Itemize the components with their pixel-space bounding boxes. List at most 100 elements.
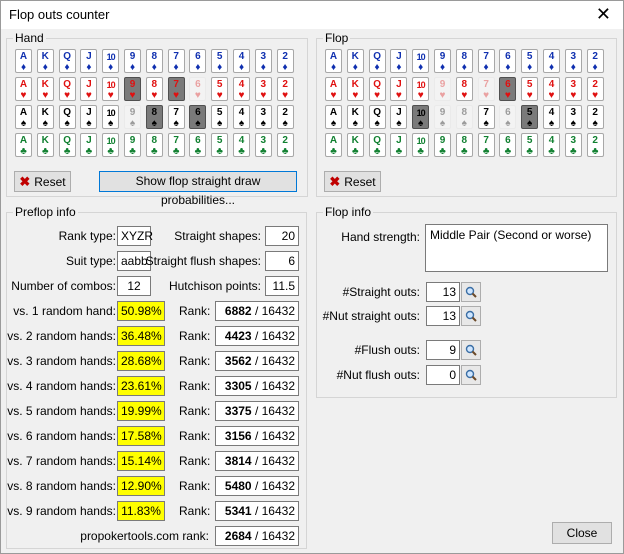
flop-card-7-hearts[interactable]: 7 ♥ — [477, 77, 495, 101]
flop-card-5-hearts[interactable]: 5 ♥ — [521, 77, 539, 101]
flop-card-10-hearts[interactable]: 10 ♥ — [412, 77, 430, 101]
hand-card-8-diamonds[interactable]: 8 ♦ — [145, 49, 163, 73]
hand-card-5-hearts[interactable]: 5 ♥ — [211, 77, 229, 101]
hand-card-10-spades[interactable]: 10 ♠ — [102, 105, 120, 129]
hand-card-2-diamonds[interactable]: 2 ♦ — [276, 49, 294, 73]
hand-card-9-spades[interactable]: 9 ♠ — [124, 105, 141, 129]
hand-card-k-spades[interactable]: K ♠ — [36, 105, 54, 129]
hand-card-k-hearts[interactable]: K ♥ — [36, 77, 54, 101]
hand-card-4-spades[interactable]: 4 ♠ — [233, 105, 250, 129]
flop-card-7-diamonds[interactable]: 7 ♦ — [477, 49, 495, 73]
hand-card-q-hearts[interactable]: Q ♥ — [58, 77, 76, 101]
hand-card-6-diamonds[interactable]: 6 ♦ — [189, 49, 207, 73]
hand-card-q-clubs[interactable]: Q ♣ — [58, 133, 76, 157]
flop-card-2-diamonds[interactable]: 2 ♦ — [586, 49, 604, 73]
hand-card-j-diamonds[interactable]: J ♦ — [80, 49, 98, 73]
flop-card-6-diamonds[interactable]: 6 ♦ — [499, 49, 517, 73]
close-button[interactable]: Close — [552, 522, 612, 544]
flop-card-k-diamonds[interactable]: K ♦ — [346, 49, 364, 73]
flop-card-9-clubs[interactable]: 9 ♣ — [434, 133, 451, 157]
hand-card-j-clubs[interactable]: J ♣ — [80, 133, 98, 157]
flop-card-6-spades[interactable]: 6 ♠ — [499, 105, 517, 129]
flop-card-2-spades[interactable]: 2 ♠ — [586, 105, 604, 129]
flop-card-k-clubs[interactable]: K ♣ — [346, 133, 364, 157]
flop-card-q-clubs[interactable]: Q ♣ — [368, 133, 386, 157]
flop-card-7-clubs[interactable]: 7 ♣ — [477, 133, 495, 157]
flop-card-9-spades[interactable]: 9 ♠ — [434, 105, 451, 129]
nut-flush-outs-search-button[interactable] — [461, 365, 481, 385]
hand-card-7-spades[interactable]: 7 ♠ — [167, 105, 185, 129]
hand-card-9-clubs[interactable]: 9 ♣ — [124, 133, 141, 157]
hand-card-2-hearts[interactable]: 2 ♥ — [276, 77, 294, 101]
hand-card-10-diamonds[interactable]: 10 ♦ — [102, 49, 120, 73]
flop-card-3-diamonds[interactable]: 3 ♦ — [564, 49, 582, 73]
hand-card-q-diamonds[interactable]: Q ♦ — [58, 49, 76, 73]
show-straight-draw-probabilities-button[interactable]: Show flop straight draw probabilities... — [99, 171, 297, 207]
flop-card-j-hearts[interactable]: J ♥ — [390, 77, 408, 101]
flop-card-6-clubs[interactable]: 6 ♣ — [499, 133, 517, 157]
hand-card-10-clubs[interactable]: 10 ♣ — [102, 133, 120, 157]
flop-card-4-spades[interactable]: 4 ♠ — [543, 105, 560, 129]
hand-card-3-hearts[interactable]: 3 ♥ — [254, 77, 272, 101]
hand-card-3-diamonds[interactable]: 3 ♦ — [254, 49, 272, 73]
hand-card-7-clubs[interactable]: 7 ♣ — [167, 133, 185, 157]
hand-card-6-spades[interactable]: 6 ♠ — [189, 105, 207, 129]
flop-card-5-diamonds[interactable]: 5 ♦ — [521, 49, 539, 73]
flop-card-3-hearts[interactable]: 3 ♥ — [564, 77, 582, 101]
flop-card-9-hearts[interactable]: 9 ♥ — [434, 77, 451, 101]
flop-card-4-diamonds[interactable]: 4 ♦ — [543, 49, 560, 73]
nut-straight-outs-search-button[interactable] — [461, 306, 481, 326]
hand-card-5-clubs[interactable]: 5 ♣ — [211, 133, 229, 157]
hand-card-10-hearts[interactable]: 10 ♥ — [102, 77, 120, 101]
flop-card-j-clubs[interactable]: J ♣ — [390, 133, 408, 157]
flop-card-8-clubs[interactable]: 8 ♣ — [455, 133, 473, 157]
hand-card-9-hearts[interactable]: 9 ♥ — [124, 77, 141, 101]
flop-card-a-hearts[interactable]: A ♥ — [325, 77, 342, 101]
flop-card-10-clubs[interactable]: 10 ♣ — [412, 133, 430, 157]
flop-card-5-clubs[interactable]: 5 ♣ — [521, 133, 539, 157]
hand-card-a-hearts[interactable]: A ♥ — [15, 77, 32, 101]
hand-card-3-spades[interactable]: 3 ♠ — [254, 105, 272, 129]
hand-card-8-hearts[interactable]: 8 ♥ — [145, 77, 163, 101]
flop-card-q-spades[interactable]: Q ♠ — [368, 105, 386, 129]
flop-card-j-diamonds[interactable]: J ♦ — [390, 49, 408, 73]
hand-card-5-spades[interactable]: 5 ♠ — [211, 105, 229, 129]
straight-outs-search-button[interactable] — [461, 282, 481, 302]
hand-card-4-clubs[interactable]: 4 ♣ — [233, 133, 250, 157]
flop-card-3-spades[interactable]: 3 ♠ — [564, 105, 582, 129]
hand-card-2-spades[interactable]: 2 ♠ — [276, 105, 294, 129]
flop-card-6-hearts[interactable]: 6 ♥ — [499, 77, 517, 101]
hand-card-4-diamonds[interactable]: 4 ♦ — [233, 49, 250, 73]
flop-card-9-diamonds[interactable]: 9 ♦ — [434, 49, 451, 73]
hand-card-a-clubs[interactable]: A ♣ — [15, 133, 32, 157]
flop-card-q-diamonds[interactable]: Q ♦ — [368, 49, 386, 73]
flop-card-8-spades[interactable]: 8 ♠ — [455, 105, 473, 129]
reset-hand-button[interactable]: ✖ Reset — [14, 171, 71, 192]
hand-card-j-hearts[interactable]: J ♥ — [80, 77, 98, 101]
flop-card-10-diamonds[interactable]: 10 ♦ — [412, 49, 430, 73]
hand-card-a-diamonds[interactable]: A ♦ — [15, 49, 32, 73]
flop-card-2-clubs[interactable]: 2 ♣ — [586, 133, 604, 157]
hand-card-9-diamonds[interactable]: 9 ♦ — [124, 49, 141, 73]
flop-card-k-hearts[interactable]: K ♥ — [346, 77, 364, 101]
flop-card-k-spades[interactable]: K ♠ — [346, 105, 364, 129]
flop-card-4-hearts[interactable]: 4 ♥ — [543, 77, 560, 101]
hand-card-6-clubs[interactable]: 6 ♣ — [189, 133, 207, 157]
reset-flop-button[interactable]: ✖ Reset — [324, 171, 381, 192]
hand-card-4-hearts[interactable]: 4 ♥ — [233, 77, 250, 101]
flop-card-a-clubs[interactable]: A ♣ — [325, 133, 342, 157]
flop-card-3-clubs[interactable]: 3 ♣ — [564, 133, 582, 157]
hand-card-8-spades[interactable]: 8 ♠ — [145, 105, 163, 129]
flop-card-10-spades[interactable]: 10 ♠ — [412, 105, 430, 129]
hand-card-3-clubs[interactable]: 3 ♣ — [254, 133, 272, 157]
hand-card-6-hearts[interactable]: 6 ♥ — [189, 77, 207, 101]
hand-card-a-spades[interactable]: A ♠ — [15, 105, 32, 129]
flop-card-4-clubs[interactable]: 4 ♣ — [543, 133, 560, 157]
flop-card-a-spades[interactable]: A ♠ — [325, 105, 342, 129]
flop-card-7-spades[interactable]: 7 ♠ — [477, 105, 495, 129]
hand-card-q-spades[interactable]: Q ♠ — [58, 105, 76, 129]
hand-card-5-diamonds[interactable]: 5 ♦ — [211, 49, 229, 73]
hand-card-8-clubs[interactable]: 8 ♣ — [145, 133, 163, 157]
flop-card-8-hearts[interactable]: 8 ♥ — [455, 77, 473, 101]
hand-card-7-diamonds[interactable]: 7 ♦ — [167, 49, 185, 73]
